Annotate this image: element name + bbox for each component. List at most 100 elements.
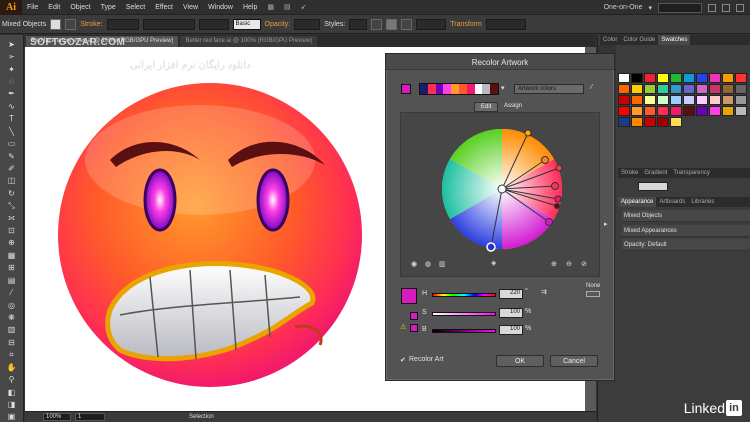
eyedropper-icon[interactable]: ⁄ <box>591 84 592 91</box>
swatch[interactable] <box>618 84 630 94</box>
drawing-modes-icon[interactable]: ◨ <box>5 399 19 409</box>
opacity-input[interactable] <box>294 18 321 30</box>
hue-slider[interactable] <box>432 293 496 297</box>
menu-file[interactable]: File <box>22 4 43 11</box>
line-tool-icon[interactable]: ╲ <box>5 126 19 136</box>
brightness-toggle-icon[interactable]: ◈ <box>491 259 496 267</box>
swatch[interactable] <box>722 73 734 83</box>
zoom-select[interactable]: 100% <box>43 413 71 421</box>
swatch[interactable] <box>709 106 721 116</box>
menu-view[interactable]: View <box>178 4 203 11</box>
swatch[interactable] <box>709 84 721 94</box>
graphic-styles-select[interactable] <box>349 18 368 30</box>
brightness-slider[interactable] <box>432 329 496 333</box>
swatch[interactable] <box>670 73 682 83</box>
saturation-slider[interactable] <box>432 312 496 316</box>
swatch[interactable] <box>683 73 695 83</box>
add-color-icon[interactable]: ⊕ <box>551 260 557 268</box>
minimize-button[interactable] <box>708 3 716 12</box>
swatch[interactable] <box>657 106 669 116</box>
swatch[interactable] <box>735 84 747 94</box>
brush-definition-line[interactable] <box>198 18 229 30</box>
align-icon[interactable] <box>371 18 383 30</box>
close-button[interactable] <box>736 3 744 12</box>
swatch[interactable] <box>683 95 695 105</box>
eyedropper-tool-icon[interactable]: ⁄ <box>5 287 19 297</box>
arrange-docs-icon[interactable] <box>401 18 413 30</box>
color-group-strip[interactable] <box>419 83 499 95</box>
strip-dropdown-icon[interactable]: ▾ <box>501 84 505 92</box>
swatch[interactable] <box>683 84 695 94</box>
artboard-tool-icon[interactable]: ⊟ <box>5 337 19 347</box>
shaper-tool-icon[interactable]: ✐ <box>5 163 19 173</box>
swatch[interactable] <box>631 106 643 116</box>
paintbrush-tool-icon[interactable]: ✎ <box>5 151 19 161</box>
recolor-icon[interactable] <box>386 18 398 30</box>
hand-tool-icon[interactable]: ✋ <box>5 362 19 372</box>
workspace-switcher[interactable]: One-on-One <box>604 4 643 11</box>
width-tool-icon[interactable]: ⟗ <box>5 213 19 223</box>
swatch[interactable] <box>670 106 682 116</box>
swatch[interactable] <box>722 84 734 94</box>
fill-stroke-icon[interactable]: ◧ <box>5 387 19 397</box>
angry-face-artwork[interactable] <box>50 65 390 405</box>
active-color-chip[interactable] <box>401 84 411 94</box>
tab-swatches[interactable]: Swatches <box>658 35 691 45</box>
out-of-gamut-chip[interactable] <box>410 312 418 320</box>
tab-stroke[interactable]: Stroke <box>618 168 641 178</box>
swatch[interactable] <box>657 84 669 94</box>
web-safe-chip[interactable] <box>410 324 418 332</box>
swatch[interactable] <box>670 84 682 94</box>
tab-color[interactable]: Color <box>600 35 620 45</box>
none-swatch[interactable] <box>586 291 600 297</box>
menu-edit[interactable]: Edit <box>43 4 65 11</box>
type-tool-icon[interactable]: T <box>5 114 19 124</box>
tab-color-guide[interactable]: Color Guide <box>620 35 658 45</box>
swatch[interactable] <box>631 117 643 127</box>
free-transform-tool-icon[interactable]: ⊡ <box>5 225 19 235</box>
tab-libraries[interactable]: Libraries <box>688 197 717 207</box>
scale-tool-icon[interactable]: ⤡ <box>5 200 19 210</box>
direct-selection-tool-icon[interactable]: ➢ <box>5 51 19 61</box>
slice-tool-icon[interactable]: ⌗ <box>5 350 19 360</box>
tab-inactive-document[interactable]: Better red face.ai @ 100% (RGB/GPU Previ… <box>180 36 318 47</box>
eraser-tool-icon[interactable]: ◫ <box>5 176 19 186</box>
segmented-wheel-icon[interactable]: ◍ <box>425 260 431 268</box>
expand-panel-icon[interactable]: ▸ <box>604 220 608 228</box>
chevron-down-icon[interactable]: ▾ <box>648 4 652 12</box>
tab-gradient[interactable]: Gradient <box>641 168 670 178</box>
stroke-label[interactable]: Stroke: <box>80 21 102 28</box>
swatch[interactable] <box>670 117 682 127</box>
opacity-label[interactable]: Opacity: <box>265 21 291 28</box>
swatch[interactable] <box>657 95 669 105</box>
swatch[interactable] <box>631 95 643 105</box>
appearance-item[interactable]: Opacity: Default <box>622 239 750 251</box>
swatch[interactable] <box>631 84 643 94</box>
color-mode-menu-icon[interactable]: ⇉ <box>541 288 547 296</box>
swatch[interactable] <box>696 73 708 83</box>
artboard-navigation[interactable]: 1 <box>75 413 105 421</box>
color-bars-icon[interactable]: ▥ <box>439 260 446 268</box>
appearance-item[interactable]: Mixed Objects <box>622 210 750 222</box>
tab-artboards[interactable]: Artboards <box>656 197 688 207</box>
cancel-button[interactable]: Cancel <box>550 355 598 367</box>
swatch[interactable] <box>644 117 656 127</box>
swatch[interactable] <box>735 106 747 116</box>
magic-wand-tool-icon[interactable]: ✦ <box>5 64 19 74</box>
current-color-swatch[interactable] <box>401 288 417 304</box>
selection-tool-icon[interactable]: ➤ <box>5 39 19 49</box>
appearance-item[interactable]: Mixed Appearances <box>622 225 750 237</box>
search-input[interactable] <box>658 2 702 13</box>
mesh-tool-icon[interactable]: ⊞ <box>5 263 19 273</box>
menu-select[interactable]: Select <box>121 4 150 11</box>
hue-input[interactable]: 220 <box>499 289 523 299</box>
swatch[interactable] <box>618 117 630 127</box>
swatch[interactable] <box>644 73 656 83</box>
shape-builder-tool-icon[interactable]: ⊕ <box>5 238 19 248</box>
tab-appearance[interactable]: Appearance <box>618 197 657 207</box>
transparency-opacity-field[interactable] <box>638 182 668 191</box>
swatch-grid[interactable] <box>618 73 747 127</box>
tab-transparency[interactable]: Transparency <box>670 168 712 178</box>
swatch[interactable] <box>670 95 682 105</box>
symbol-sprayer-tool-icon[interactable]: ❋ <box>5 312 19 322</box>
